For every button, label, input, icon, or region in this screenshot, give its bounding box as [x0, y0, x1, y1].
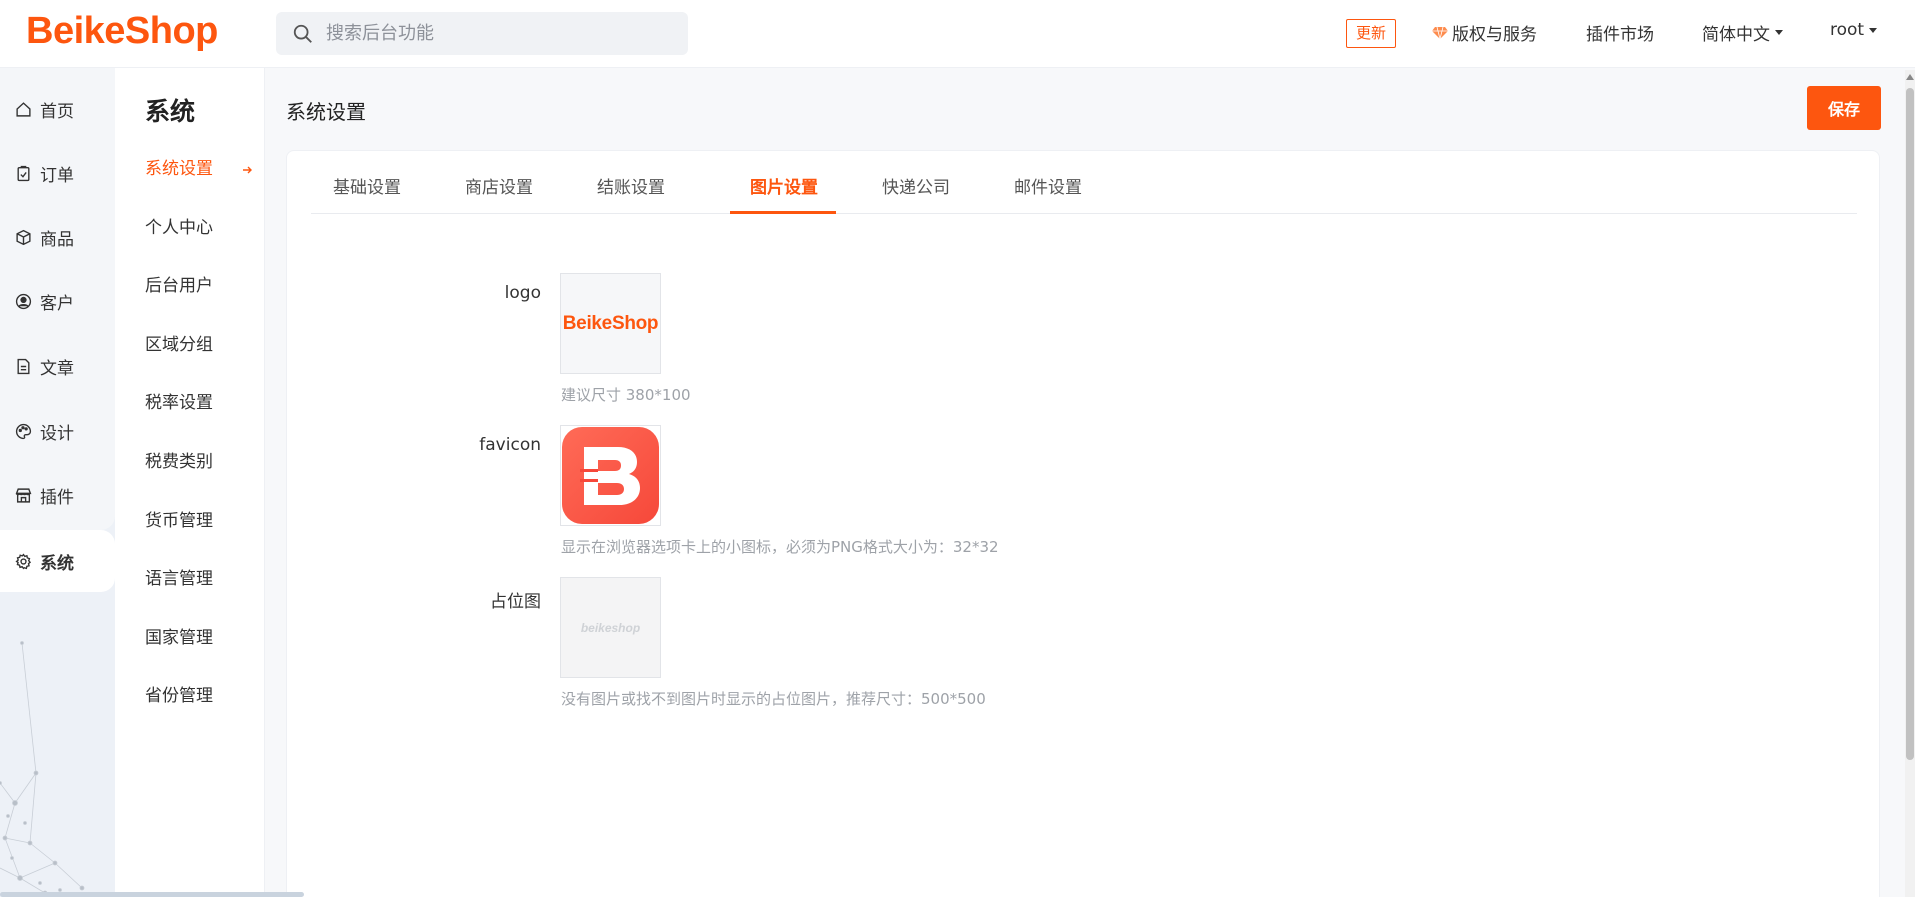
scroll-up-arrow[interactable] [1906, 74, 1914, 80]
tab-express[interactable]: 快递公司 [882, 173, 950, 198]
tab-image[interactable]: 图片设置 [750, 173, 818, 198]
nav-label: 首页 [40, 101, 74, 122]
subnav-item-provinces[interactable]: 省份管理 [145, 681, 213, 706]
logo-label: logo [504, 283, 541, 303]
nav-item-design[interactable]: 设计 [0, 406, 115, 456]
top-header: BeikeShop 更新 版权与服务 插件市场 简体中文 root [0, 0, 1915, 68]
document-icon [17, 358, 30, 374]
user-dropdown[interactable]: root [1830, 20, 1878, 40]
license-link[interactable]: 版权与服务 [1432, 20, 1537, 45]
nav-label: 插件 [40, 487, 74, 508]
clipboard-icon [17, 165, 30, 181]
scrollbar-thumb[interactable] [1906, 88, 1914, 760]
nav-label: 文章 [40, 358, 74, 379]
favicon-hint: 显示在浏览器选项卡上的小图标，必须为PNG格式大小为：32*32 [561, 538, 999, 556]
left-nav: 首页 订单 商品 客户 文章 设计 插件 系统 [0, 68, 115, 897]
tab-basic[interactable]: 基础设置 [333, 173, 401, 198]
save-button[interactable]: 保存 [1807, 86, 1881, 130]
search-icon [293, 24, 312, 43]
favicon-preview-icon [562, 427, 659, 524]
update-button[interactable]: 更新 [1346, 19, 1397, 48]
box-icon [16, 229, 31, 245]
nav-label: 设计 [40, 423, 74, 444]
nav-item-orders[interactable]: 订单 [0, 148, 115, 198]
horizontal-scrollbar[interactable] [0, 892, 304, 897]
settings-tabs: 基础设置 商店设置 结账设置 图片设置 快递公司 邮件设置 [311, 151, 1857, 214]
chevron-down-icon [1869, 27, 1878, 33]
subnav-item-tax-rates[interactable]: 税率设置 [145, 388, 213, 413]
user-label: root [1830, 20, 1865, 40]
nav-item-plugins[interactable]: 插件 [0, 470, 115, 520]
plugin-market-link[interactable]: 插件市场 [1586, 20, 1654, 45]
nav-item-system[interactable]: 系统 [0, 530, 115, 592]
subnav-item-tax-classes[interactable]: 税费类别 [145, 447, 213, 472]
language-dropdown[interactable]: 简体中文 [1702, 20, 1783, 45]
tab-store[interactable]: 商店设置 [465, 173, 533, 198]
placeholder-upload[interactable]: beikeshop [560, 577, 661, 678]
nav-label: 客户 [40, 293, 74, 314]
vertical-scrollbar[interactable] [1905, 70, 1915, 897]
nav-item-customers[interactable]: 客户 [0, 276, 115, 326]
page-title: 系统设置 [286, 100, 366, 124]
arrow-right-icon [243, 166, 252, 174]
home-icon [16, 101, 31, 117]
subnav-item-currencies[interactable]: 货币管理 [145, 506, 213, 531]
placeholder-preview: beikeshop [580, 620, 641, 635]
gear-icon [15, 552, 32, 569]
sub-nav: 系统 系统设置 个人中心 后台用户 区域分组 税率设置 税费类别 货币管理 语言… [115, 68, 265, 897]
nav-label: 系统 [40, 553, 74, 574]
subnav-item-languages[interactable]: 语言管理 [145, 564, 213, 589]
brand-logo[interactable]: BeikeShop [26, 10, 218, 53]
diamond-icon [1432, 26, 1448, 39]
favicon-upload[interactable] [560, 425, 661, 526]
subnav-item-profile[interactable]: 个人中心 [145, 213, 213, 238]
logo-hint: 建议尺寸 380*100 [561, 386, 691, 404]
nav-label: 订单 [40, 165, 74, 186]
logo-upload[interactable]: BeikeShop [560, 273, 661, 374]
shop-icon [15, 487, 32, 503]
nav-item-home[interactable]: 首页 [0, 84, 115, 134]
subnav-item-system-settings[interactable]: 系统设置 [145, 154, 213, 179]
nav-item-articles[interactable]: 文章 [0, 341, 115, 391]
subnav-title: 系统 [145, 97, 196, 126]
placeholder-label: 占位图 [490, 592, 541, 612]
tab-mail[interactable]: 邮件设置 [1014, 173, 1082, 198]
network-decoration [0, 641, 85, 896]
search-input[interactable] [326, 23, 666, 44]
subnav-item-zones[interactable]: 区域分组 [145, 330, 213, 355]
subnav-item-countries[interactable]: 国家管理 [145, 623, 213, 648]
palette-icon [15, 423, 32, 439]
subnav-item-admin-users[interactable]: 后台用户 [145, 271, 213, 296]
favicon-label: favicon [479, 435, 541, 455]
placeholder-hint: 没有图片或找不到图片时显示的占位图片，推荐尺寸：500*500 [561, 690, 986, 708]
search-bar[interactable] [276, 12, 688, 55]
nav-item-products[interactable]: 商品 [0, 212, 115, 262]
logo-preview: BeikeShop [562, 312, 659, 334]
active-tab-indicator [730, 211, 836, 214]
chevron-down-icon [1775, 30, 1783, 35]
nav-label: 商品 [40, 229, 74, 250]
user-circle-icon [15, 293, 32, 309]
tab-checkout[interactable]: 结账设置 [597, 173, 665, 198]
license-label: 版权与服务 [1452, 25, 1537, 45]
settings-card: 基础设置 商店设置 结账设置 图片设置 快递公司 邮件设置 logo Beike… [286, 150, 1880, 897]
language-label: 简体中文 [1702, 25, 1770, 45]
